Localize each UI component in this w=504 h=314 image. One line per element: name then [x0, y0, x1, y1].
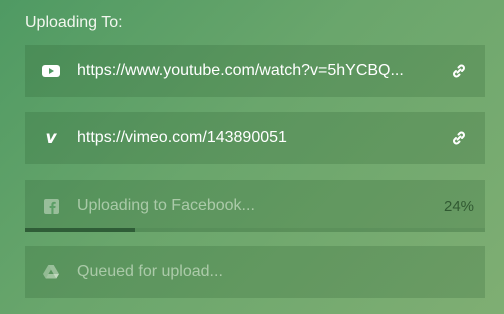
vimeo-icon: v — [45, 128, 57, 148]
link-icon[interactable] — [435, 45, 485, 97]
facebook-progress-percent: 24% — [443, 197, 475, 215]
facebook-progress-fill — [25, 228, 136, 232]
youtube-url[interactable]: https://www.youtube.com/watch?v=5hYCBQ..… — [77, 62, 435, 80]
upload-row-vimeo: v https://vimeo.com/143890051 — [25, 112, 485, 164]
link-icon[interactable] — [435, 112, 485, 164]
facebook-icon — [25, 180, 77, 232]
google-drive-status: Queued for upload... — [77, 263, 223, 280]
google-drive-icon — [25, 246, 77, 298]
vimeo-url[interactable]: https://vimeo.com/143890051 — [77, 129, 435, 147]
facebook-status: Uploading to Facebook... — [77, 197, 255, 214]
facebook-progress-bar — [25, 228, 485, 232]
uploading-to-heading: Uploading To: — [25, 14, 123, 31]
upload-row-youtube: https://www.youtube.com/watch?v=5hYCBQ..… — [25, 45, 485, 97]
upload-row-google-drive: Queued for upload... — [25, 246, 485, 298]
upload-row-facebook: Uploading to Facebook... 24% — [25, 180, 485, 232]
youtube-icon — [25, 45, 77, 97]
